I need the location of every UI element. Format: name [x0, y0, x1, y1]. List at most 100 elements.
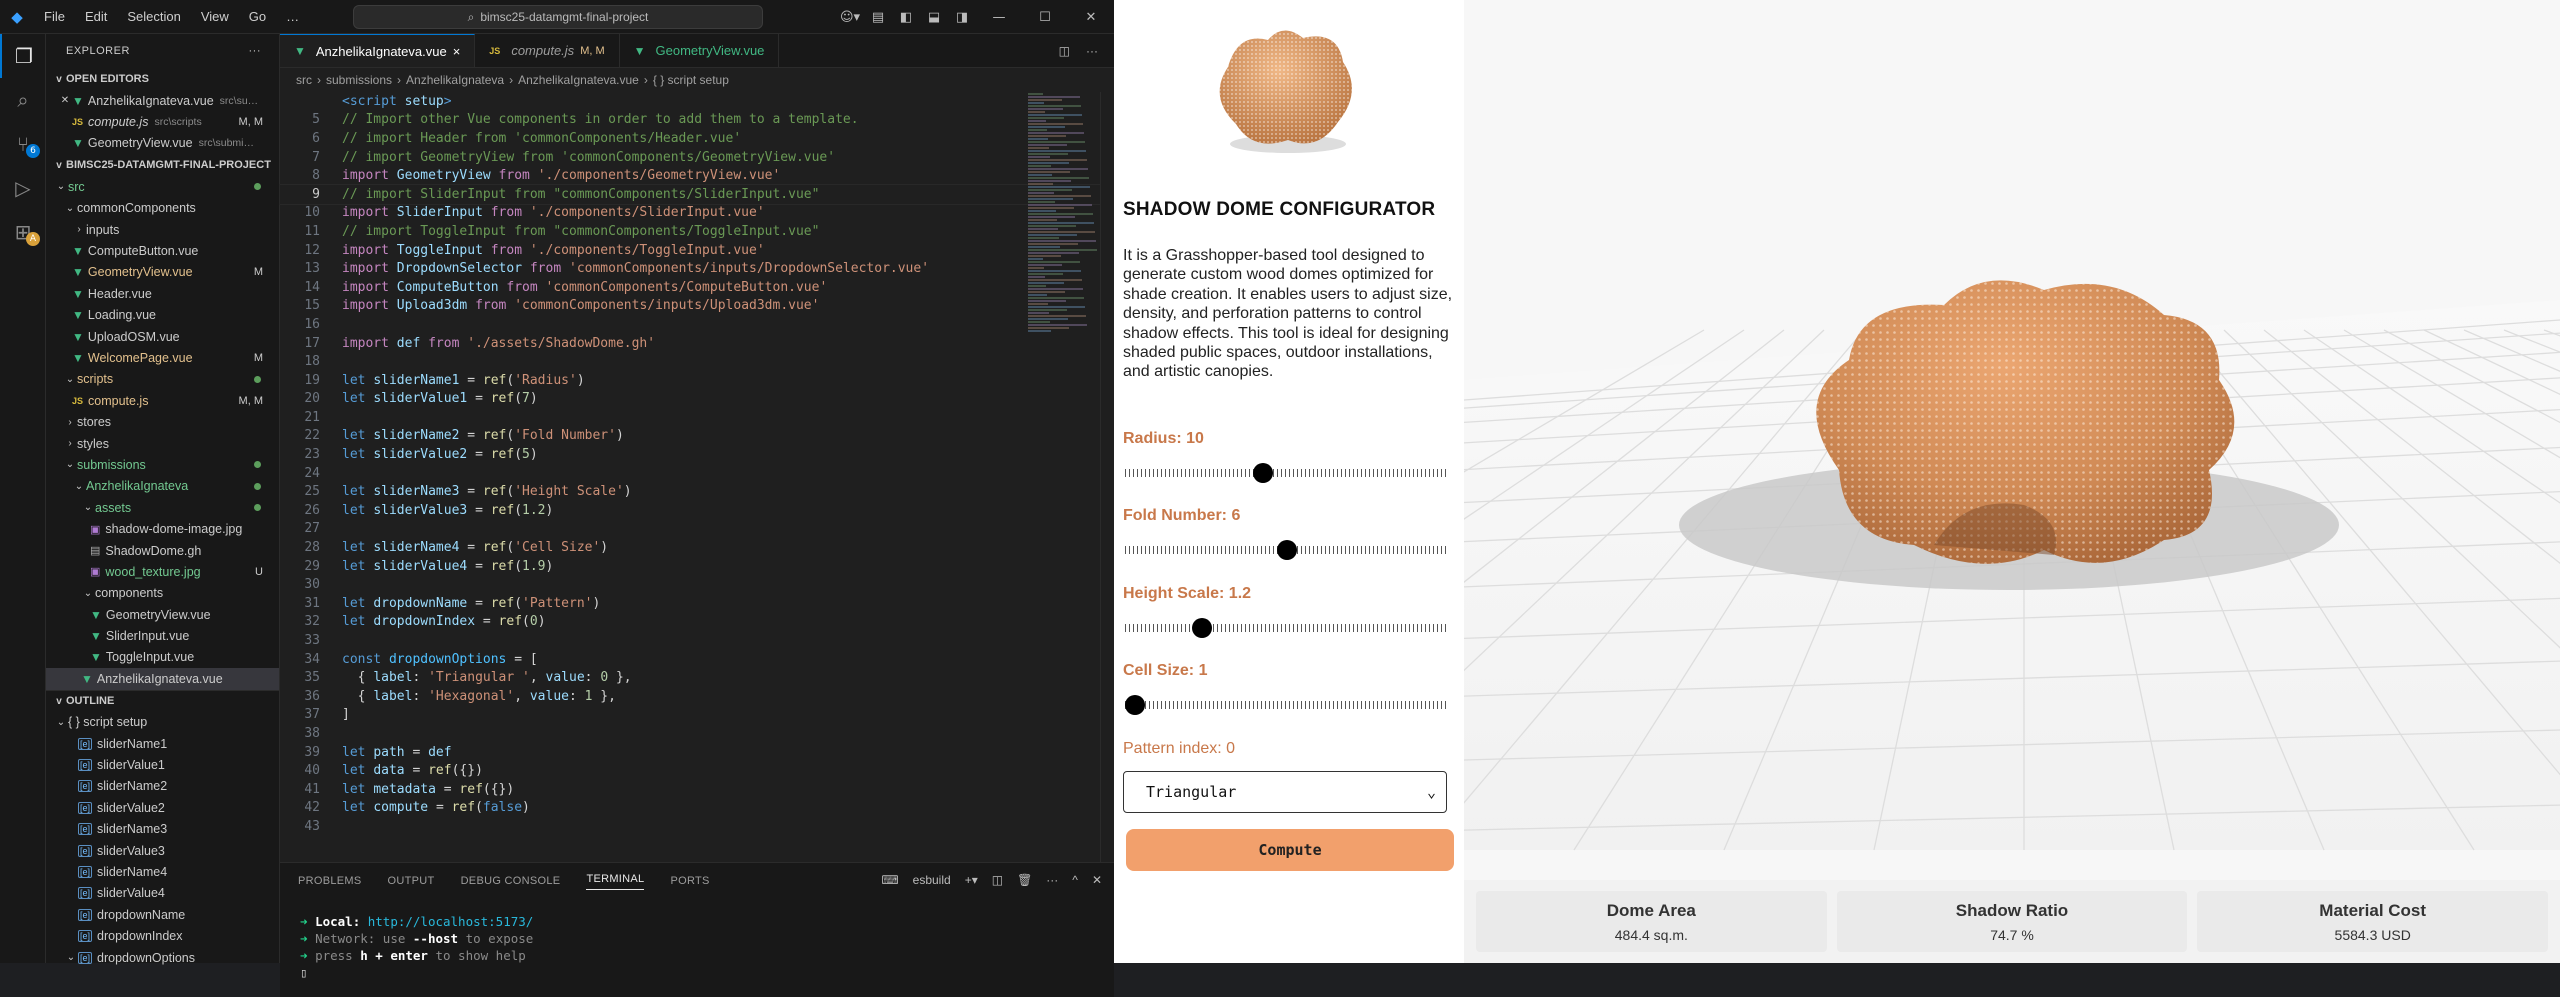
panel-tab[interactable]: PORTS — [670, 875, 709, 887]
file-item[interactable]: ▣ wood_texture.jpg U — [46, 561, 279, 582]
toggle-sidebar-icon[interactable]: ◧ — [892, 10, 920, 25]
more-panel-icon[interactable]: ··· — [1046, 873, 1058, 887]
slider-handle[interactable] — [1277, 540, 1297, 560]
project-section[interactable]: v BIMSC25-DATAMGMT-FINAL-PROJECT — [46, 154, 279, 176]
slider-track[interactable] — [1125, 624, 1449, 632]
toggle-secondary-icon[interactable]: ◨ — [948, 10, 976, 25]
folder-item[interactable]: ⌄ src — [46, 176, 279, 197]
outline-section[interactable]: v OUTLINE — [46, 689, 279, 712]
folder-item[interactable]: ⌄ scripts — [46, 369, 279, 390]
open-editors-section[interactable]: v OPEN EDITORS — [46, 68, 279, 90]
panel-tab[interactable]: DEBUG CONSOLE — [461, 875, 561, 887]
breadcrumb-item[interactable]: { } script setup — [653, 73, 729, 87]
folder-item[interactable]: ⌄ AnzhelikaIgnateva — [46, 476, 279, 497]
run-debug-icon[interactable]: ▷ — [0, 166, 46, 210]
menu-item[interactable]: … — [276, 9, 309, 24]
outline-item[interactable]: [e] sliderValue4 — [46, 883, 279, 904]
outline-item[interactable]: [e] sliderName4 — [46, 861, 279, 882]
slider-handle[interactable] — [1191, 618, 1212, 638]
folder-item[interactable]: › styles — [46, 433, 279, 454]
editor-tab[interactable]: ▼ AnzhelikaIgnateva.vue × — [280, 34, 476, 67]
command-search[interactable]: ⌕ bimsc25-datamgmt-final-project — [353, 5, 763, 29]
source-control-icon[interactable]: ⑂ 6 — [0, 122, 46, 166]
open-editor-item[interactable]: ✕ ▼ AnzhelikaIgnateva.vue src\su… — [46, 90, 279, 111]
close-panel-icon[interactable]: ✕ — [1092, 873, 1102, 887]
slider-track[interactable] — [1125, 469, 1449, 477]
layout-icon[interactable]: ▤ — [864, 10, 892, 25]
menu-item[interactable]: View — [191, 9, 239, 24]
extensions-icon[interactable]: ⊞ A — [0, 210, 46, 254]
breadcrumb-item[interactable]: submissions — [326, 73, 392, 87]
menu-item[interactable]: Go — [239, 9, 276, 24]
outline-item[interactable]: [e] sliderValue3 — [46, 840, 279, 861]
minimize-icon[interactable]: — — [976, 10, 1022, 25]
slider-track[interactable] — [1125, 701, 1449, 709]
range-slider[interactable] — [1125, 618, 1449, 638]
folder-item[interactable]: › inputs — [46, 219, 279, 240]
file-item[interactable]: ▼ UploadOSM.vue — [46, 326, 279, 347]
file-item[interactable]: ▤ ShadowDome.gh — [46, 540, 279, 561]
slider-handle[interactable] — [1252, 463, 1273, 483]
outline-item[interactable]: [e] sliderValue1 — [46, 754, 279, 775]
code-editor[interactable]: <script setup >5// Import other Vue compo… — [279, 92, 1115, 862]
slider-handle[interactable] — [1125, 695, 1145, 715]
outline-item[interactable]: [e] dropdownIndex — [46, 925, 279, 946]
file-item[interactable]: ▼ AnzhelikaIgnateva.vue — [46, 668, 279, 690]
copilot-icon[interactable]: ☺▾ — [836, 10, 864, 25]
compute-button[interactable]: Compute — [1126, 829, 1454, 871]
local-url[interactable]: http://localhost:5173/ — [368, 914, 534, 929]
editor-tab[interactable]: ▼ GeometryView.vue — [620, 34, 780, 67]
outline-item[interactable]: [e] dropdownName — [46, 904, 279, 925]
menu-item[interactable]: Selection — [117, 9, 190, 24]
file-item[interactable]: ▼ Header.vue — [46, 283, 279, 304]
folder-item[interactable]: › stores — [46, 411, 279, 432]
open-editor-item[interactable]: ▼ GeometryView.vue src\submi… — [46, 133, 279, 154]
open-editor-item[interactable]: JS compute.js src\scripts M, M — [46, 111, 279, 132]
menu-item[interactable]: Edit — [75, 9, 117, 24]
editor-scrollbar[interactable] — [1100, 92, 1114, 862]
outline-item[interactable]: [e] sliderName2 — [46, 776, 279, 797]
editor-tab[interactable]: JS compute.js M, M — [475, 34, 620, 67]
close-tab-icon[interactable]: × — [453, 44, 461, 59]
more-actions-icon[interactable]: ··· — [1086, 44, 1098, 58]
outline-item[interactable]: [e] sliderName3 — [46, 819, 279, 840]
explorer-icon[interactable]: ❐ — [0, 34, 46, 78]
outline-item[interactable]: [e] sliderName1 — [46, 733, 279, 754]
pattern-select[interactable]: Triangular ⌄ — [1123, 771, 1447, 813]
file-item[interactable]: ▼ Loading.vue — [46, 305, 279, 326]
split-editor-icon[interactable]: ◫ — [1059, 44, 1070, 58]
breadcrumb-item[interactable]: src — [296, 73, 312, 87]
search-view-icon[interactable]: ⌕ — [0, 78, 46, 122]
split-terminal-icon[interactable]: ◫ — [992, 873, 1003, 887]
close-icon[interactable]: ✕ — [58, 95, 72, 106]
outline-item[interactable]: ⌄ [e] dropdownOptions — [46, 947, 279, 968]
maximize-icon[interactable]: ☐ — [1022, 10, 1068, 25]
trash-icon[interactable]: 🗑 — [1017, 873, 1032, 887]
close-window-icon[interactable]: ✕ — [1068, 10, 1114, 25]
range-slider[interactable] — [1125, 540, 1449, 560]
file-item[interactable]: ▼ ComputeButton.vue — [46, 240, 279, 261]
terminal-output[interactable]: ➜ Local: http://localhost:5173/ ➜ Networ… — [280, 899, 1114, 981]
folder-item[interactable]: ⌄ submissions — [46, 454, 279, 475]
file-item[interactable]: ▼ WelcomePage.vue M — [46, 347, 279, 368]
file-item[interactable]: ▼ GeometryView.vue — [46, 604, 279, 625]
folder-item[interactable]: ⌄ components — [46, 583, 279, 604]
outline-item[interactable]: [e] sliderValue2 — [46, 797, 279, 818]
menu-item[interactable]: File — [34, 9, 75, 24]
add-terminal-icon[interactable]: +▾ — [965, 873, 978, 887]
panel-tab[interactable]: OUTPUT — [388, 875, 435, 887]
terminal-shell-name[interactable]: esbuild — [913, 873, 951, 887]
range-slider[interactable] — [1125, 695, 1449, 715]
toggle-panel-icon[interactable]: ⬓ — [920, 10, 948, 25]
file-item[interactable]: ▣ shadow-dome-image.jpg — [46, 518, 279, 539]
maximize-panel-icon[interactable]: ^ — [1072, 873, 1078, 887]
panel-tab[interactable]: PROBLEMS — [298, 875, 362, 887]
file-item[interactable]: ▼ ToggleInput.vue — [46, 647, 279, 668]
folder-item[interactable]: ⌄ assets — [46, 497, 279, 518]
breadcrumb-item[interactable]: AnzhelikaIgnateva — [406, 73, 504, 87]
panel-tab[interactable]: TERMINAL — [586, 873, 645, 890]
file-item[interactable]: JS compute.js M, M — [46, 390, 279, 411]
minimap[interactable] — [1028, 92, 1100, 392]
more-icon[interactable]: ··· — [249, 45, 262, 57]
3d-viewport[interactable] — [1464, 0, 2560, 880]
